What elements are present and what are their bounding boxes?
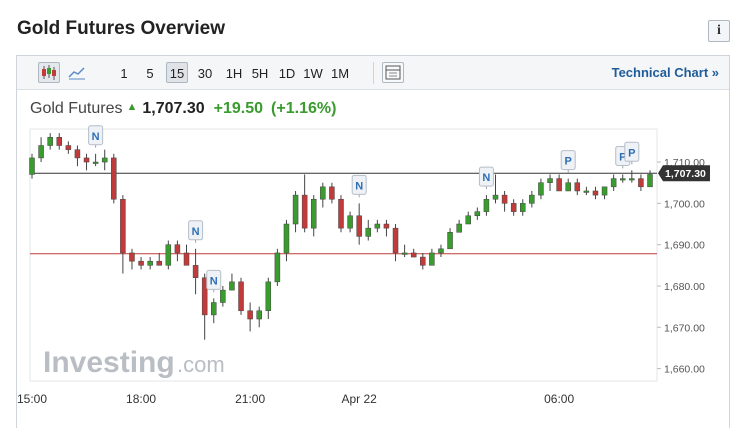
candle	[383, 223, 390, 229]
candle	[256, 310, 262, 320]
candle	[456, 223, 462, 233]
event-marker-label: N	[92, 131, 100, 143]
candle	[520, 203, 526, 212]
candle	[438, 248, 444, 254]
candle	[565, 182, 571, 192]
x-tick-label: 18:00	[126, 392, 156, 406]
candle	[592, 190, 599, 196]
candle	[283, 223, 290, 254]
candle	[329, 186, 335, 200]
x-tick-label: 06:00	[544, 392, 574, 406]
info-icon: i	[717, 23, 721, 38]
candle	[229, 281, 235, 291]
event-marker-label: N	[210, 275, 218, 287]
last-price-label: 1,707.30	[665, 168, 706, 180]
event-marker-label: N	[482, 172, 490, 184]
candle	[465, 215, 471, 225]
candle	[301, 194, 308, 229]
event-marker-label: N	[192, 226, 200, 238]
candle	[220, 289, 226, 303]
candle	[510, 203, 517, 212]
candle	[56, 137, 63, 146]
candle	[292, 194, 299, 225]
candle	[610, 178, 617, 188]
candle	[647, 174, 653, 188]
candle	[338, 198, 344, 229]
candle	[410, 252, 417, 258]
watermark-suffix: .com	[177, 352, 225, 377]
candle	[447, 232, 453, 250]
y-tick-label: 1,690.00	[664, 240, 705, 252]
candle	[401, 252, 408, 255]
watermark-logo: Investing	[43, 346, 175, 379]
candle	[274, 252, 281, 283]
candle	[356, 215, 362, 237]
candle	[574, 182, 581, 192]
candle	[483, 198, 490, 212]
candle	[320, 186, 326, 200]
candle	[47, 137, 53, 146]
candle	[238, 281, 244, 312]
candle	[547, 178, 553, 183]
candle	[174, 244, 181, 254]
candle	[501, 194, 508, 204]
event-marker-label: P	[565, 156, 572, 168]
event-marker-label: P	[628, 147, 635, 159]
candle	[247, 310, 253, 320]
candle	[211, 302, 217, 316]
candle	[265, 281, 272, 312]
candlestick-chart[interactable]: Investing .com 1,660.00 1,670.00 1,680.00 1,6…	[17, 56, 729, 428]
y-tick-label: 1,670.00	[664, 322, 705, 334]
candle	[365, 227, 372, 237]
candle	[374, 223, 381, 229]
candle	[619, 178, 626, 181]
candle	[556, 178, 562, 192]
candle	[474, 211, 481, 217]
x-tick-label: 15:00	[17, 392, 47, 406]
candle	[74, 149, 81, 159]
candle	[92, 161, 99, 164]
candle	[629, 178, 635, 181]
candle	[111, 157, 117, 200]
candle	[429, 252, 435, 266]
candle	[492, 194, 499, 200]
candle	[392, 227, 399, 254]
y-tick-label: 1,680.00	[664, 281, 705, 293]
y-tick-label: 1,660.00	[664, 364, 705, 376]
event-marker-label: N	[355, 180, 363, 192]
candle	[156, 260, 162, 266]
candle	[83, 157, 90, 163]
chart-widget: 1 5 15 30 1H 5H 1D 1W 1M Technical Chart » Gold …	[16, 55, 730, 428]
candle	[165, 244, 172, 266]
candle	[529, 194, 535, 204]
candle	[38, 145, 44, 159]
candle	[192, 265, 199, 278]
candle	[601, 186, 608, 196]
candle	[310, 198, 317, 229]
page-title: Gold Futures Overview	[17, 18, 225, 39]
candle	[129, 252, 135, 262]
candle	[638, 178, 644, 188]
info-button[interactable]: i	[708, 20, 730, 42]
candle	[583, 190, 590, 193]
candle	[538, 182, 544, 196]
candle	[420, 256, 426, 266]
x-tick-label: Apr 22	[341, 392, 377, 406]
candle	[147, 260, 153, 266]
y-tick-label: 1,700.00	[664, 198, 705, 210]
candle	[101, 157, 108, 163]
candle	[183, 252, 190, 266]
candle	[120, 198, 126, 254]
candle	[138, 260, 144, 266]
x-tick-label: 21:00	[235, 392, 265, 406]
candle	[65, 145, 72, 150]
candle	[29, 157, 35, 175]
candle	[347, 215, 353, 229]
